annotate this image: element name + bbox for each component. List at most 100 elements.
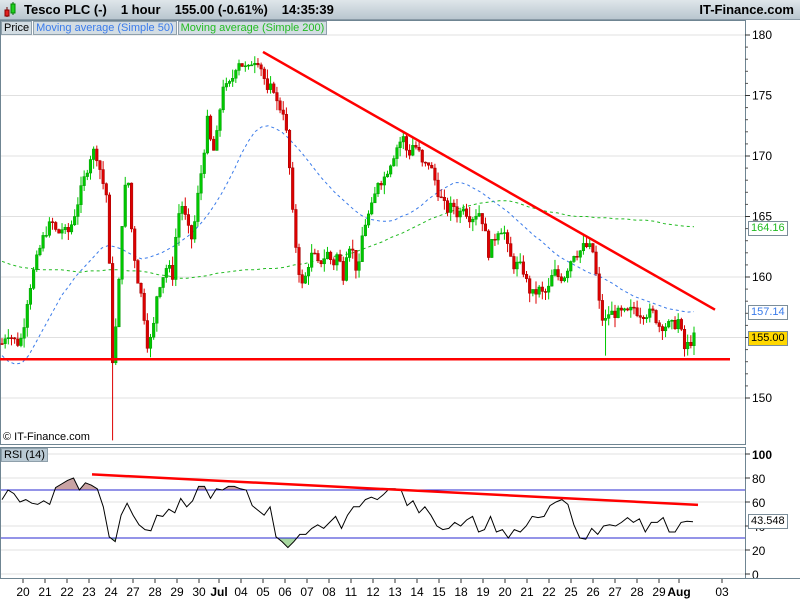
candle (136, 258, 140, 284)
candle-body (291, 167, 295, 210)
copyright-text: © IT-Finance.com (3, 431, 90, 443)
time-axis-label: Jul (210, 585, 227, 599)
candle-body (487, 230, 491, 258)
candle-body (253, 63, 257, 66)
candle-body (265, 78, 269, 90)
time-axis-label: 13 (388, 585, 402, 599)
candle-body (0, 343, 4, 345)
candle-body (556, 269, 560, 278)
candle-body (237, 63, 241, 71)
legend-ma50[interactable]: Moving average (Simple 50) (33, 21, 177, 35)
legend-price[interactable]: Price (1, 21, 33, 35)
candle (487, 229, 491, 261)
time-axis-label: 20 (498, 585, 512, 599)
candle-body (69, 224, 74, 233)
candle (120, 226, 124, 285)
candle-body (224, 83, 228, 88)
candle-body (512, 256, 516, 270)
time-axis-label: 24 (104, 585, 118, 599)
candle-body (120, 226, 124, 280)
candle-body (196, 192, 200, 222)
candle-body (73, 216, 77, 225)
candle-body (471, 218, 475, 223)
candle-body (439, 196, 443, 199)
candle-body (60, 229, 64, 234)
candle-body (19, 337, 23, 346)
candle-body (626, 308, 630, 311)
candle-body (158, 287, 162, 297)
candle (287, 129, 292, 175)
candle-body (509, 243, 513, 257)
candle-body (553, 269, 557, 276)
candle-body (325, 251, 330, 260)
candle-body (445, 200, 450, 213)
candle-body (635, 307, 639, 316)
candle-body (193, 221, 197, 240)
candle-body (183, 206, 187, 215)
candle-body (177, 213, 181, 238)
candle-body (376, 183, 380, 195)
candle (57, 228, 61, 234)
candle-body (651, 308, 655, 311)
candle-body (395, 147, 399, 159)
candle-body (310, 252, 314, 268)
candle-body (98, 160, 102, 170)
candle-body (322, 258, 326, 265)
candle-body (398, 141, 402, 148)
candle (591, 242, 595, 254)
candle-body (44, 235, 48, 237)
candle-body (25, 304, 29, 328)
candle-body (588, 243, 592, 247)
candle (294, 204, 298, 253)
candle-body (370, 202, 374, 215)
candle-body (133, 228, 137, 261)
time-axis-label: 11 (345, 585, 358, 599)
rsi-legend[interactable]: RSI (14) (1, 448, 48, 462)
time-axis-label: 12 (366, 585, 380, 599)
candle (679, 317, 683, 332)
candle-body (581, 243, 585, 252)
candle-body (578, 250, 582, 258)
price-axis-label: 180 (752, 28, 772, 42)
candle-body (550, 275, 554, 287)
rsi-axis-label: 100 (752, 448, 772, 462)
candle (202, 149, 206, 179)
candle-body (360, 235, 364, 262)
candle-body (95, 148, 99, 162)
candle-body (496, 233, 500, 241)
candle (130, 182, 134, 233)
time-axis-label: Aug (667, 585, 690, 599)
candle-body (104, 183, 108, 196)
candle-body (420, 149, 424, 163)
candle-body (594, 251, 598, 275)
candle-body (9, 337, 14, 339)
candle-body (540, 286, 544, 292)
chart-canvas[interactable]: 1501551601651701751800204060801002021222… (0, 0, 800, 600)
time-axis-label: 08 (322, 585, 336, 599)
candle-body (597, 273, 601, 301)
candle-body (692, 332, 696, 346)
candle-body (477, 213, 481, 217)
candle-body (654, 310, 658, 323)
candle-body (664, 326, 668, 332)
price-axis-label: 170 (752, 149, 772, 163)
candle-body (389, 165, 393, 175)
candle (272, 81, 276, 94)
price-axis-label: 175 (752, 89, 772, 103)
candle-body (111, 263, 115, 364)
time-axis-label: 06 (278, 585, 292, 599)
candle-body (433, 167, 437, 181)
candle-body (171, 265, 175, 280)
time-axis-label: 03 (715, 585, 729, 599)
candle-body (250, 64, 254, 67)
candle-body (332, 259, 336, 266)
time-axis-label: 30 (192, 585, 206, 599)
candle-body (458, 210, 462, 218)
candle-body (622, 308, 627, 311)
candle-body (689, 342, 693, 346)
candle-body (682, 329, 687, 350)
price-axis-label: 150 (752, 391, 772, 405)
time-axis-label: 04 (234, 585, 248, 599)
candle-body (559, 276, 563, 282)
legend-ma200[interactable]: Moving average (Simple 200) (177, 21, 328, 35)
